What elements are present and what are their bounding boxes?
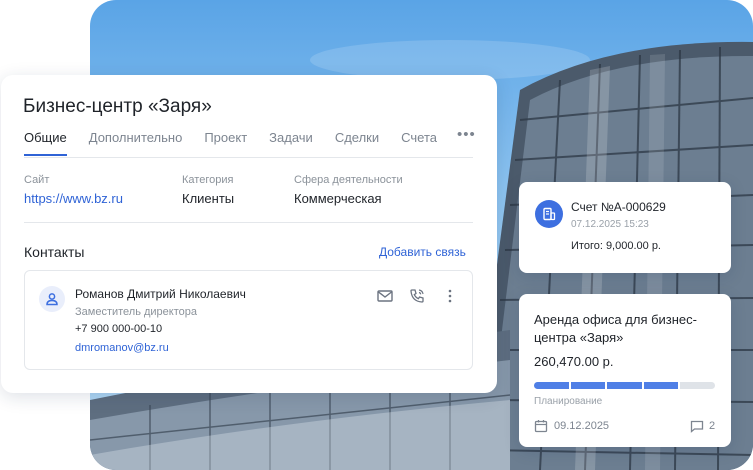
comment-icon[interactable] [690,420,704,433]
deal-comments-count: 2 [709,420,716,432]
site-field: Сайт https://www.bz.ru [24,174,123,206]
progress-segment [534,382,569,389]
invoice-total: Итого: 9,000.00 р. [571,240,661,252]
deal-progress-bar [534,382,715,389]
more-tabs-icon[interactable]: ••• [457,126,476,158]
site-link[interactable]: https://www.bz.ru [24,191,123,206]
sphere-value: Коммерческая [294,191,382,206]
tab-project[interactable]: Проект [204,130,247,158]
contact-role: Заместитель директора [75,306,197,318]
add-link-button[interactable]: Добавить связь [379,245,466,259]
progress-segment [680,382,715,389]
tab-general[interactable]: Общие [24,130,67,158]
deal-stage: Планирование [534,396,603,407]
tabs-divider [24,157,473,158]
progress-segment [570,382,606,389]
category-field: Категория Клиенты [182,174,234,206]
deal-amount: 260,470.00 р. [534,354,614,369]
progress-segment [607,382,642,389]
sphere-label: Сфера деятельности [294,174,403,186]
invoice-title: Счет №А-000629 [571,200,666,214]
tab-additional[interactable]: Дополнительно [89,130,183,158]
progress-segment [643,382,679,389]
contact-email-link[interactable]: dmromanov@bz.ru [75,342,169,354]
tab-invoices[interactable]: Счета [401,130,437,158]
deal-card[interactable]: Аренда офиса для бизнес-центра «Заря» 26… [519,294,731,447]
invoice-card[interactable]: Счет №А-000629 07.12.2025 15:23 Итого: 9… [519,182,731,273]
category-value: Клиенты [182,191,235,206]
user-icon [39,286,65,312]
more-vertical-icon[interactable] [441,287,459,305]
calendar-icon [534,419,548,433]
tab-tasks[interactable]: Задачи [269,130,313,158]
phone-icon[interactable] [408,287,426,305]
contact-name: Романов Дмитрий Николаевич [75,287,246,301]
category-label: Категория [182,174,234,186]
contacts-title: Контакты [24,244,85,260]
mail-icon[interactable] [376,287,394,305]
contact-card: Романов Дмитрий Николаевич Заместитель д… [24,270,473,370]
document-icon [535,200,563,228]
section-divider [24,222,473,223]
deal-title: Аренда офиса для бизнес-центра «Заря» [534,312,697,345]
tabs-bar: Общие Дополнительно Проект Задачи Сделки… [24,126,476,158]
sphere-field: Сфера деятельности Коммерческая [294,174,403,206]
tab-deals[interactable]: Сделки [335,130,379,158]
site-label: Сайт [24,174,50,186]
company-title: Бизнес-центр «Заря» [23,96,212,117]
contact-phone: +7 900 000-00-10 [75,323,163,335]
deal-date: 09.12.2025 [554,420,610,432]
invoice-datetime: 07.12.2025 15:23 [571,219,649,230]
